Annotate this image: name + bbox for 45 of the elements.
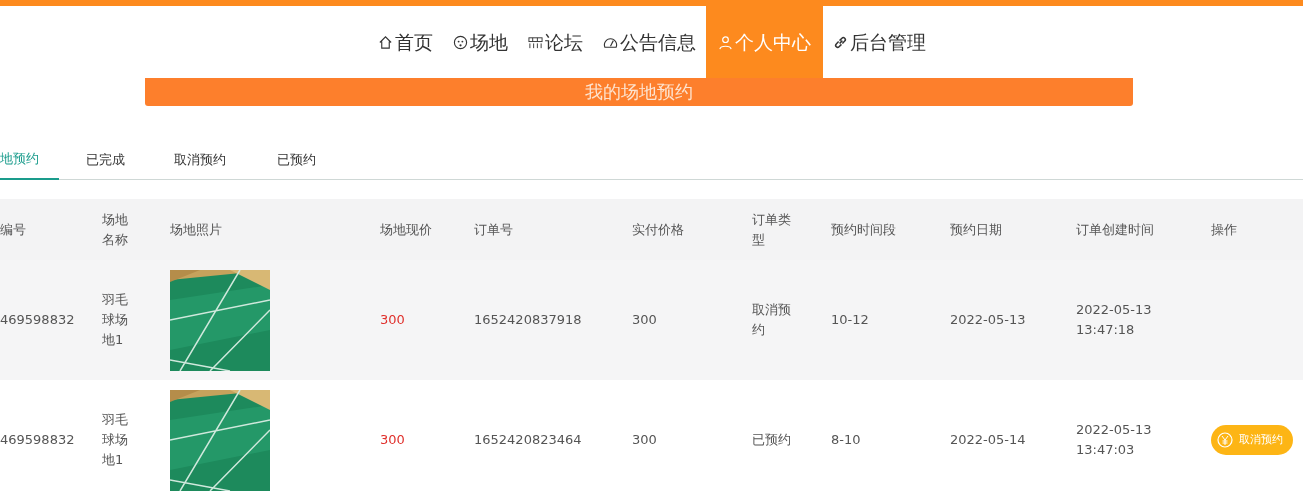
page-banner: 我的场地预约	[145, 78, 1133, 106]
table-cell-text: 羽毛球场地1	[102, 411, 129, 469]
table-cell-text: 300	[380, 311, 405, 329]
column-header: 实付价格	[632, 220, 684, 239]
table-cell-text: 469598832	[0, 431, 75, 449]
table-cell-text: 2022-05-13	[950, 311, 1026, 329]
table-cell-text: 300	[632, 311, 657, 329]
table-cell-text: 1652420837918	[474, 311, 582, 329]
table-cell-text: 8-10	[831, 431, 861, 449]
column-header: 预约日期	[950, 220, 1002, 239]
nav-link[interactable]: 首页	[367, 6, 443, 78]
column-header: 订单创建时间	[1076, 220, 1154, 239]
nav-link[interactable]: 场地	[442, 6, 518, 78]
table-cell-text: 取消预约	[752, 301, 792, 339]
nav-link[interactable]: 论坛	[517, 6, 593, 78]
grid-icon	[527, 34, 543, 50]
table-cell-text: 300	[380, 431, 405, 449]
table-cell-text: 10-12	[831, 311, 869, 329]
column-header: 场地名称	[102, 210, 129, 249]
column-header: 场地照片	[170, 220, 222, 239]
tab[interactable]: 取消预约	[147, 140, 250, 180]
table-cell-text: 2022-05-14	[950, 431, 1026, 449]
column-header: 场地现价	[380, 220, 432, 239]
link-icon	[832, 34, 848, 50]
table-cell-text: 2022-05-13 13:47:18	[1076, 301, 1153, 339]
nav-link[interactable]: 后台管理	[822, 6, 936, 78]
table-cell-text: 已预约	[752, 431, 792, 449]
tab[interactable]: 已预约	[250, 140, 340, 180]
table-cell-text: 羽毛球场地1	[102, 291, 129, 349]
column-header: 预约时间段	[831, 220, 896, 239]
user-icon	[717, 34, 733, 50]
nav-link[interactable]: 公告信息	[592, 6, 706, 78]
face-icon	[452, 34, 468, 50]
column-header: 订单类型	[752, 210, 792, 249]
table-cell-text: 469598832	[0, 311, 75, 329]
column-header: 订单号	[474, 220, 513, 239]
column-header: 操作	[1211, 220, 1237, 239]
table-cell-text: 1652420823464	[474, 431, 582, 449]
yen-icon	[1217, 432, 1233, 448]
tab[interactable]: 已完成	[59, 140, 147, 180]
column-header: 编号	[0, 220, 26, 239]
tab[interactable]: 地预约	[0, 140, 59, 180]
table-cell-text: 300	[632, 431, 657, 449]
home-icon	[377, 34, 393, 50]
table-cell-text: 2022-05-13 13:47:03	[1076, 421, 1153, 459]
